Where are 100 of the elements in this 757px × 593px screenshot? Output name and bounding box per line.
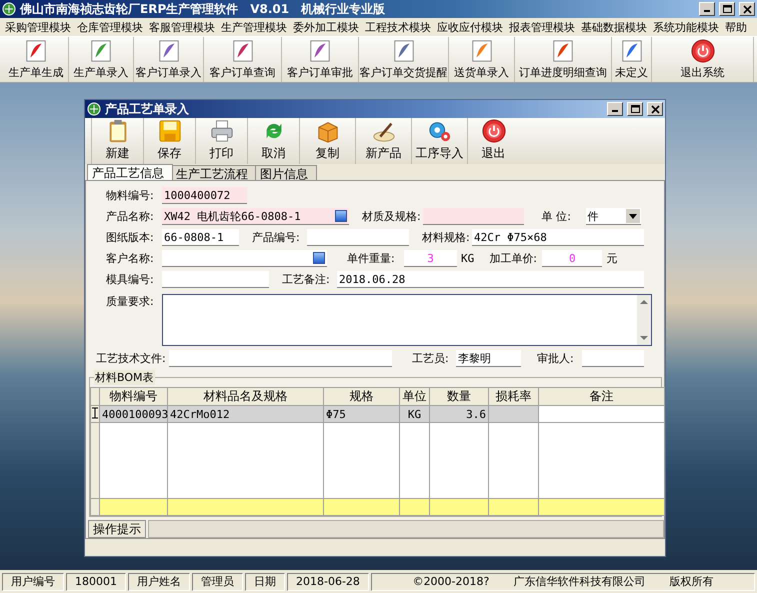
toolbar-button[interactable]: 复制 [299,118,355,164]
field-label: 产品编号: [252,230,301,245]
status-cell: 180001 [66,572,126,590]
tab[interactable]: 操作提示 [88,520,146,538]
toolbar-button[interactable]: 送货单录入 [449,37,515,82]
column-header[interactable]: 备注 [538,388,664,406]
input-field[interactable]: 2018.06.28 [337,271,644,288]
minimize-button[interactable] [699,2,715,16]
lookup-button[interactable] [335,210,347,222]
status-cell: 日期 [245,572,285,590]
tab[interactable]: 生产工艺流程 [171,165,257,180]
unit-label: KG [461,252,474,265]
cursor-icon [92,406,98,418]
input-field[interactable]: 李黎明 [456,350,521,367]
menu-item[interactable]: 系统功能模块 [650,20,722,34]
dropdown[interactable]: 件 [586,208,641,225]
close-icon [648,103,662,115]
tab[interactable]: 产品工艺信息 [87,164,173,180]
menu-item[interactable]: 采购管理模块 [2,20,74,34]
status-text: 版权所有 [669,574,714,589]
tab[interactable]: 图片信息 [255,165,317,180]
menu-item[interactable]: 生产管理模块 [218,20,290,34]
toolbar-button[interactable]: 生产单生成 [4,37,69,82]
table-cell: 3.6 [430,406,488,422]
window-title: 佛山市南海祯志齿轮厂ERP生产管理软件 V8.01 机械行业专业版 [20,0,386,18]
input-field[interactable] [307,229,409,246]
power-icon [480,119,506,143]
toolbar-button[interactable]: 客户订单交货提醒 [359,37,449,82]
menu-item[interactable]: 工程技术模块 [362,20,434,34]
minimize-icon [704,10,710,12]
field-label: 工艺备注: [282,272,331,287]
field-label: 单 位: [542,209,572,224]
table-cell: KG [400,406,430,422]
scrollbar[interactable] [637,295,651,345]
input-field[interactable] [162,250,327,267]
text-area[interactable] [162,294,652,346]
toolbar-button[interactable]: 生产单录入 [69,37,134,82]
status-cell: 管理员 [192,572,243,590]
toolbar-button[interactable]: 未定义 [612,37,652,82]
column-header[interactable]: 规格 [324,388,400,406]
menu-item[interactable]: 基础数据模块 [578,20,650,34]
input-field[interactable]: 66-0808-1 [162,229,239,246]
menu-item[interactable]: 报表管理模块 [506,20,578,34]
maximize-button[interactable] [719,2,735,16]
column-header[interactable]: 物料编号 [100,388,168,406]
field-label: 模具编号: [106,272,155,287]
table-cell: 4000100093 [100,406,168,422]
maximize-icon [628,103,642,115]
menu-item[interactable]: 帮助 [722,20,750,34]
minimize-icon [612,110,618,112]
column-header[interactable]: 数量 [430,388,488,406]
maximize-button[interactable] [627,102,643,116]
window-title: 产品工艺单录入 [105,100,190,118]
toolbar-button[interactable]: 保存 [143,118,195,164]
status-cell: 2018-06-28 [287,572,369,590]
close-button[interactable] [647,102,663,116]
field-label: 质量要求: [106,294,155,309]
field-label: 审批人: [537,351,575,366]
status-text: 广东信华软件科技有限公司 [513,574,646,589]
app-icon [87,102,101,116]
menu-item[interactable]: 应收应付模块 [434,20,506,34]
input-field[interactable]: 42Cr Φ75×68 [472,229,644,246]
menu-item[interactable]: 仓库管理模块 [74,20,146,34]
toolbar-button[interactable]: 客户订单查询 [204,37,282,82]
toolbar-button[interactable]: 客户订单录入 [134,37,204,82]
column-header[interactable]: 损耗率 [488,388,538,406]
minimize-button[interactable] [607,102,623,116]
input-field[interactable] [169,350,392,367]
group-title: 材料BOM表 [94,370,155,385]
field-label: 图纸版本: [106,230,155,245]
toolbar-button[interactable]: 打印 [195,118,247,164]
column-header[interactable]: 单位 [400,388,430,406]
input-field[interactable] [162,271,269,288]
toolbar-button[interactable]: 订单进度明细查询 [515,37,612,82]
field-label: 单件重量: [347,251,396,266]
toolbar-button[interactable]: 新产品 [355,118,411,164]
status-cell: 用户编号 [2,572,64,590]
close-icon [740,3,754,15]
column-header[interactable]: 材料品名及规格 [168,388,324,406]
status-cell: 用户姓名 [128,572,190,590]
menu-item[interactable]: 客服管理模块 [146,20,218,34]
lookup-button[interactable] [313,252,325,264]
input-field[interactable]: 1000400072 [162,187,247,204]
app-icon [2,2,16,16]
field-label: 加工单价: [489,251,538,266]
status-text: ©2000-2018? [412,575,490,588]
input-field[interactable] [582,350,644,367]
field-label: 材质及规格: [362,209,422,224]
input-field[interactable] [422,208,524,225]
table-cell: Φ75 [324,406,400,422]
toolbar-button[interactable]: 退出 [467,118,519,164]
field-label: 产品名称: [106,209,155,224]
toolbar-button[interactable]: 工序导入 [411,118,467,164]
toolbar-button[interactable]: 客户订单审批 [282,37,359,82]
printer-icon [208,119,234,143]
menu-item[interactable]: 委外加工模块 [290,20,362,34]
toolbar-button[interactable]: 退出系统 [652,37,754,82]
close-button[interactable] [739,2,755,16]
toolbar-button[interactable]: 取消 [247,118,299,164]
input-field[interactable]: XW42 电机齿轮66-0808-1 [162,208,349,225]
